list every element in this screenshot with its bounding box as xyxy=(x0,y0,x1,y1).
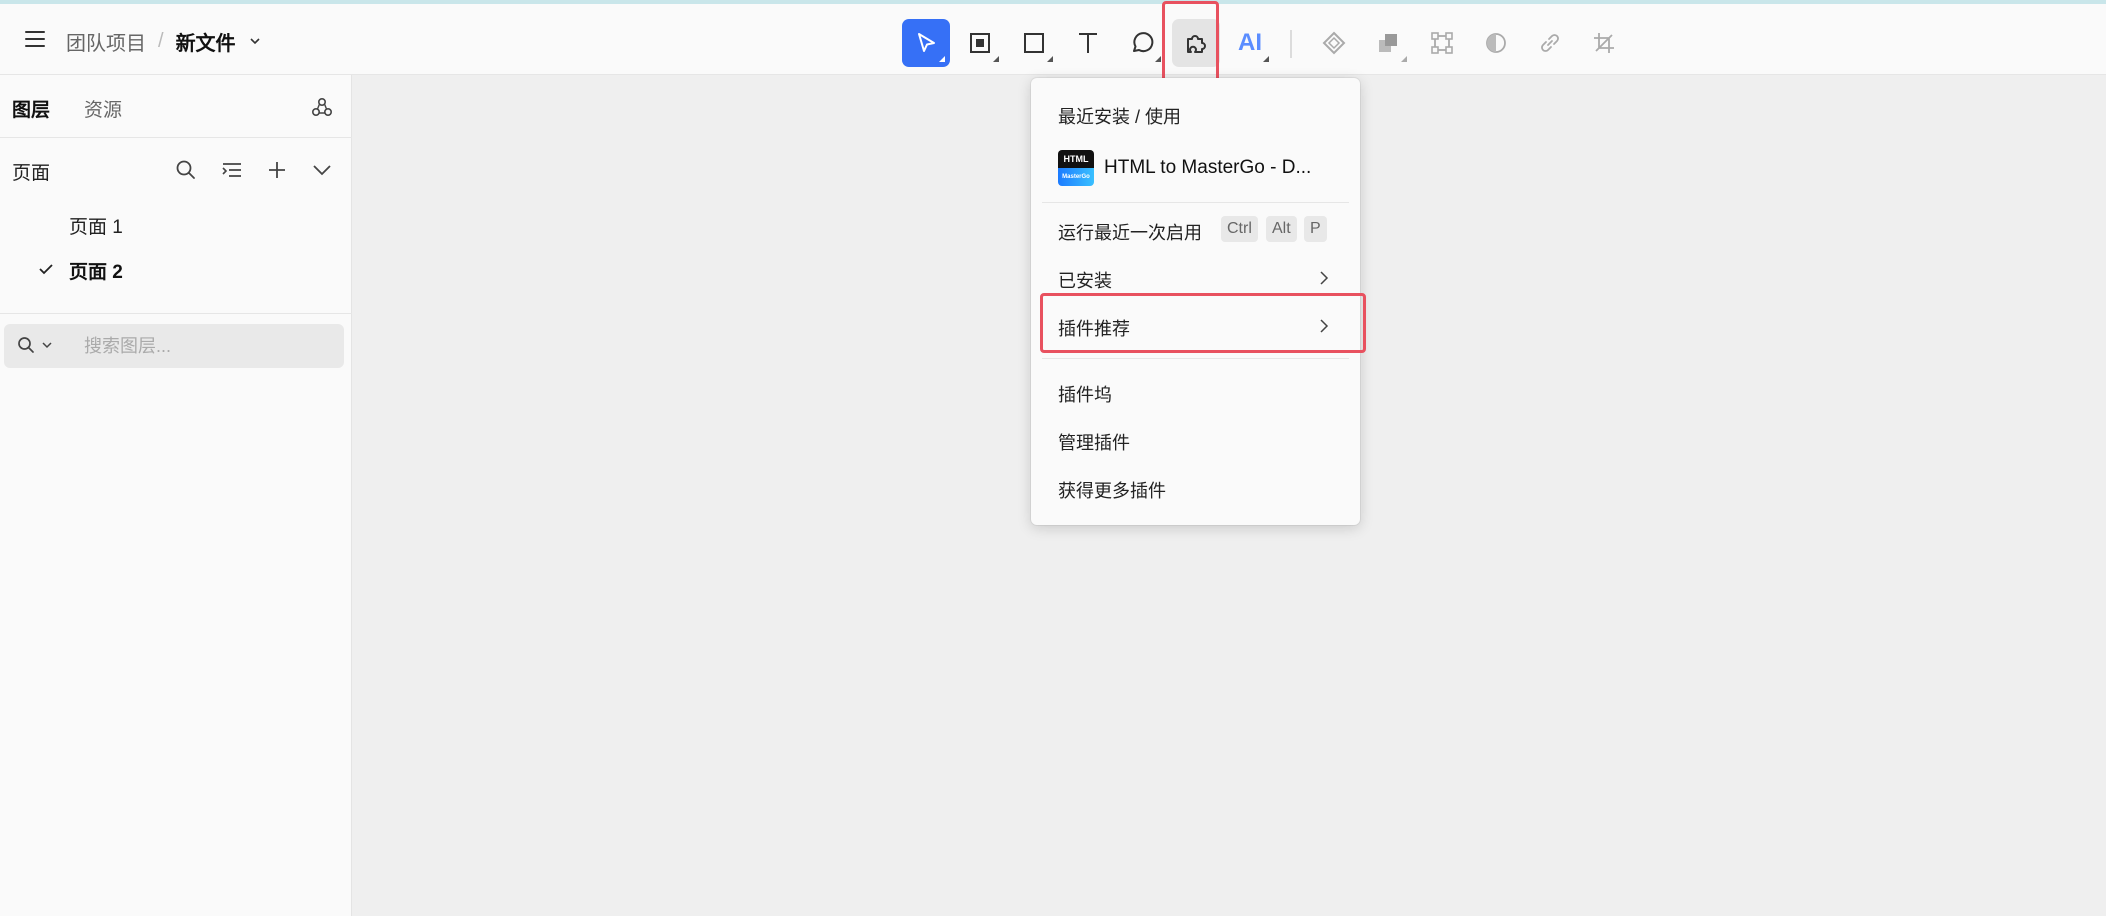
ai-icon: AI xyxy=(1238,29,1262,56)
menu-item-label: 已安装 xyxy=(1058,271,1112,291)
tab-layers[interactable]: 图层 xyxy=(12,95,50,122)
vector-nodes-icon xyxy=(1431,32,1453,54)
cursor-arrow-icon xyxy=(918,33,935,52)
menu-item-label: 插件推荐 xyxy=(1058,319,1130,339)
crop-icon xyxy=(1594,33,1614,53)
rectangle-icon xyxy=(1024,33,1044,53)
sidebar-divider xyxy=(0,137,352,138)
get-more-plugins-item[interactable]: 获得更多插件 xyxy=(1031,466,1360,510)
shortcut-key: Alt xyxy=(1266,216,1297,242)
left-sidebar: 图层 资源 页面 页面 1 页面 2 xyxy=(0,75,352,916)
menu-divider xyxy=(1042,358,1349,359)
team-library-icon[interactable] xyxy=(308,93,336,121)
top-bar: 团队项目 / 新文件 AI xyxy=(0,4,2106,75)
frame-tool-button[interactable] xyxy=(956,19,1004,67)
pages-section-title: 页面 xyxy=(12,163,51,184)
chevron-right-icon xyxy=(1320,271,1329,285)
menu-item-label: 运行最近一次启用 xyxy=(1058,223,1202,243)
sidebar-divider xyxy=(0,313,352,314)
installed-plugins-item[interactable]: 已安装 xyxy=(1031,256,1360,300)
checkmark-icon xyxy=(39,264,53,275)
boolean-icon xyxy=(1379,34,1397,52)
text-tool-button[interactable] xyxy=(1064,19,1112,67)
component-diamond-icon xyxy=(1322,31,1346,55)
breadcrumb: 团队项目 / 新文件 xyxy=(66,26,262,56)
run-last-plugin-item[interactable]: 运行最近一次启用 Ctrl Alt P xyxy=(1031,208,1360,252)
search-icon[interactable] xyxy=(173,157,199,183)
shortcut-key: Ctrl xyxy=(1221,216,1258,242)
breadcrumb-file-name[interactable]: 新文件 xyxy=(176,27,236,56)
page-list-item[interactable]: 页面 1 xyxy=(0,201,352,245)
page-list-sort-icon[interactable] xyxy=(219,157,245,183)
page-name: 页面 2 xyxy=(69,262,123,283)
recent-plugin-item[interactable]: HTML MasterGo HTML to MasterGo - D... xyxy=(1031,148,1360,192)
menu-item-label: 获得更多插件 xyxy=(1058,481,1166,501)
toolbar-divider xyxy=(1290,30,1292,58)
link-icon xyxy=(1541,34,1559,52)
hamburger-menu-icon[interactable] xyxy=(22,28,48,50)
chevron-right-icon xyxy=(1320,319,1329,333)
tab-assets[interactable]: 资源 xyxy=(84,95,122,122)
ai-tool-button[interactable]: AI xyxy=(1226,19,1274,67)
plugin-dropdown-menu: 最近安装 / 使用 HTML MasterGo HTML to MasterGo… xyxy=(1031,78,1360,525)
search-icon[interactable] xyxy=(16,335,36,355)
plugin-name: HTML to MasterGo - D... xyxy=(1104,157,1312,178)
breadcrumb-project[interactable]: 团队项目 xyxy=(66,27,146,56)
manage-plugins-item[interactable]: 管理插件 xyxy=(1031,418,1360,462)
recent-plugins-heading: 最近安装 / 使用 xyxy=(1058,107,1182,127)
chevron-down-icon[interactable] xyxy=(41,339,53,351)
vector-edit-tool-button[interactable] xyxy=(1418,19,1466,67)
mask-icon xyxy=(1486,33,1506,53)
shortcut-key: P xyxy=(1304,216,1327,242)
plugin-tool-button[interactable] xyxy=(1172,19,1220,67)
layer-search-input[interactable] xyxy=(84,332,334,360)
comment-bubble-icon xyxy=(1133,32,1154,53)
chevron-down-icon[interactable] xyxy=(248,34,262,48)
move-tool-button[interactable] xyxy=(902,19,950,67)
crop-tool-button[interactable] xyxy=(1580,19,1628,67)
breadcrumb-separator: / xyxy=(158,29,164,52)
layer-search-box xyxy=(4,324,344,368)
menu-divider xyxy=(1042,202,1349,203)
menu-item-label: 管理插件 xyxy=(1058,433,1130,453)
page-name: 页面 1 xyxy=(69,217,123,238)
comment-tool-button[interactable] xyxy=(1118,19,1166,67)
plugin-dock-item[interactable]: 插件坞 xyxy=(1031,370,1360,414)
page-list-item-selected[interactable]: 页面 2 xyxy=(0,246,352,290)
text-icon xyxy=(1079,33,1097,53)
add-page-icon[interactable] xyxy=(264,157,290,183)
component-tool-button[interactable] xyxy=(1310,19,1358,67)
menu-item-label: 插件坞 xyxy=(1058,385,1112,405)
chevron-down-icon[interactable] xyxy=(309,157,335,183)
puzzle-icon xyxy=(1187,35,1206,53)
mask-tool-button[interactable] xyxy=(1472,19,1520,67)
frame-icon xyxy=(970,33,990,53)
plugin-thumbnail: HTML MasterGo xyxy=(1058,150,1094,186)
link-tool-button[interactable] xyxy=(1526,19,1574,67)
rectangle-tool-button[interactable] xyxy=(1010,19,1058,67)
recommended-plugins-item[interactable]: 插件推荐 xyxy=(1031,304,1360,348)
boolean-tool-button[interactable] xyxy=(1364,19,1412,67)
